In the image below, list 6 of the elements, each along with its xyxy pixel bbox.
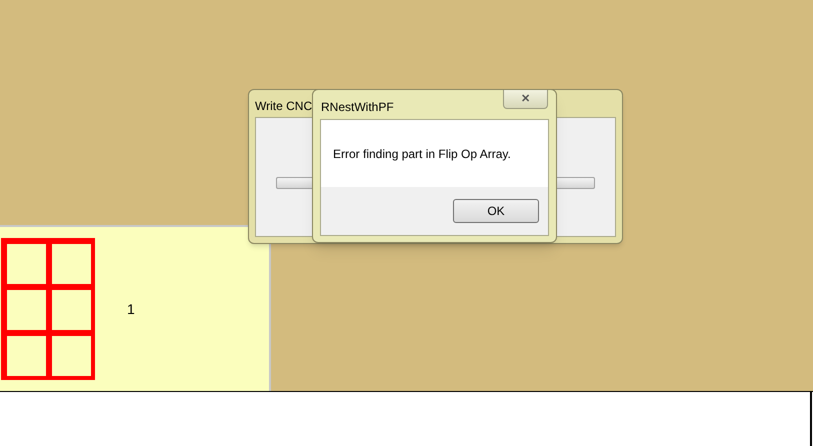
error-message: Error finding part in Flip Op Array.	[333, 146, 511, 162]
ok-button[interactable]: OK	[453, 199, 539, 223]
close-button[interactable]: ✕	[503, 90, 548, 109]
dialog-title: Write CNC	[255, 98, 312, 115]
dialog-title: RNestWithPF	[321, 99, 395, 116]
part-count-label: 1	[127, 300, 135, 318]
